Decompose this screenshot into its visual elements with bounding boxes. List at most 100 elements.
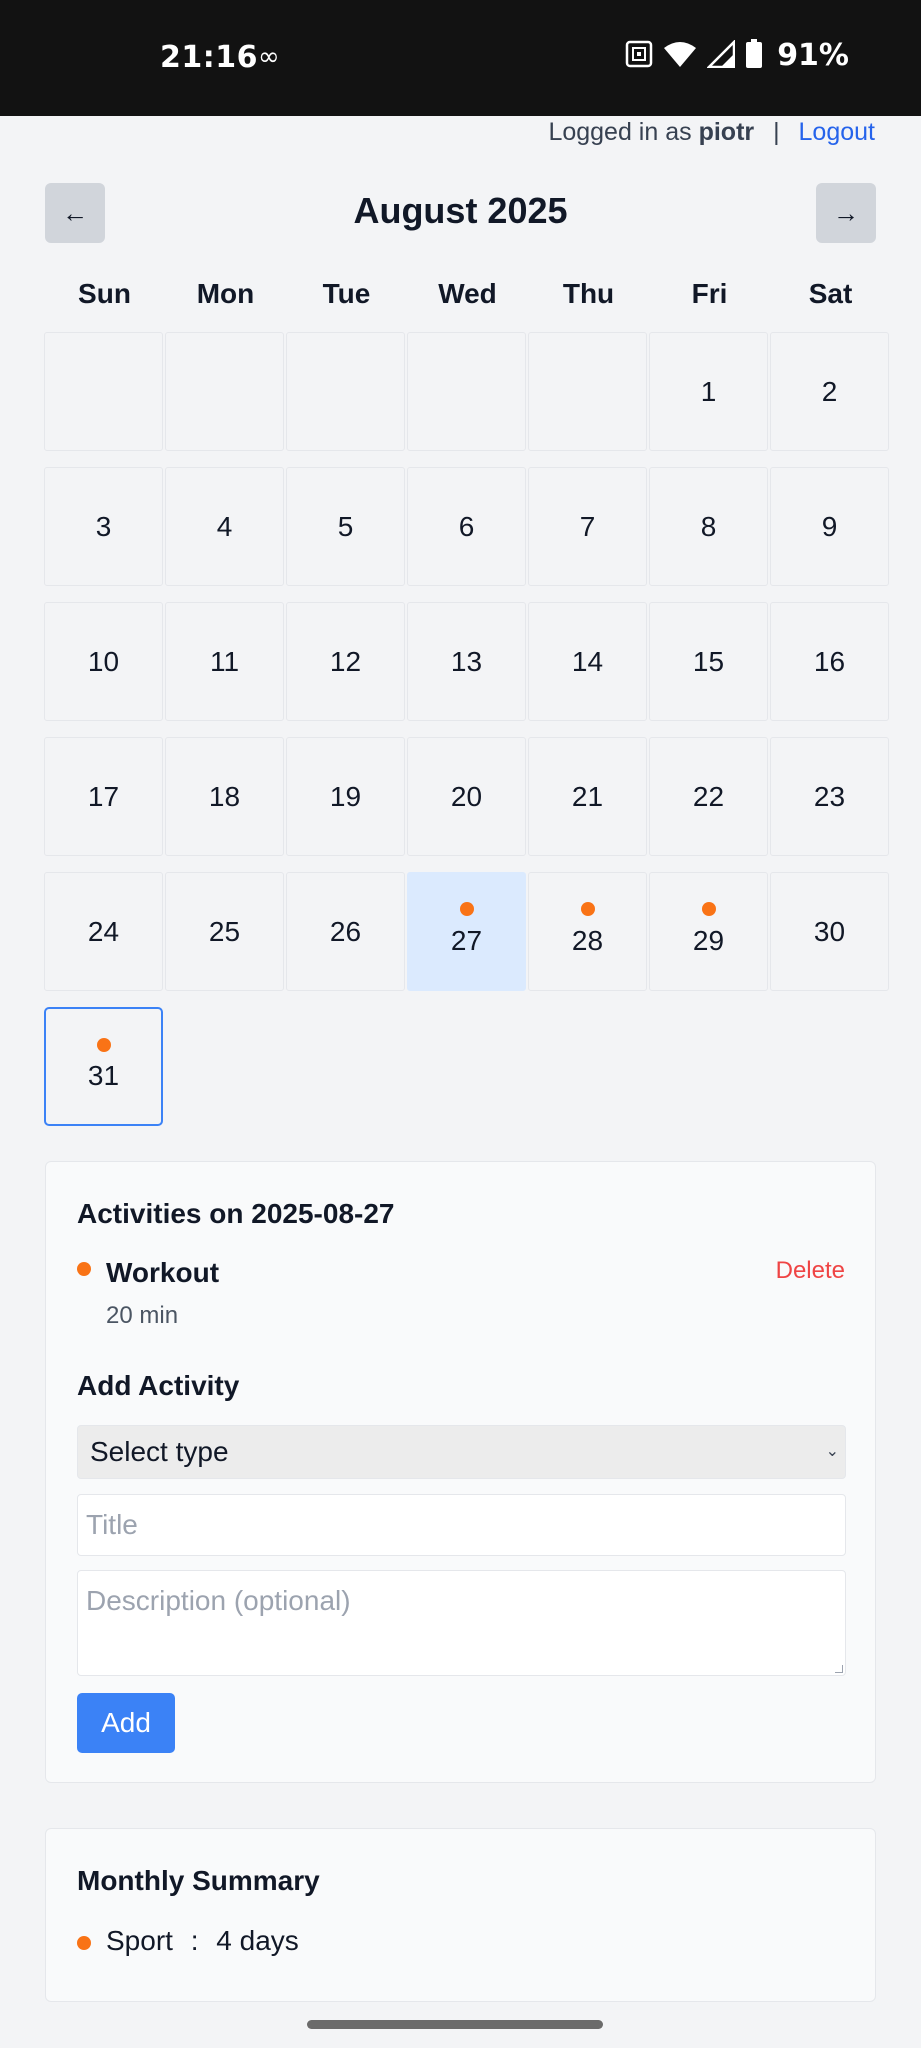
login-status: Logged in as piotr | Logout — [548, 118, 875, 147]
calendar-day-20[interactable]: 20 — [407, 737, 526, 856]
activity-type-select[interactable]: Select type ⌄ — [77, 1425, 846, 1479]
calendar-day-2[interactable]: 2 — [770, 332, 889, 451]
calendar-day-number: 23 — [813, 780, 846, 812]
calendar-day-14[interactable]: 14 — [528, 602, 647, 721]
status-time: 21:16 — [160, 40, 258, 75]
calendar-day-number: 9 — [821, 510, 838, 542]
calendar-day-number: 29 — [692, 924, 725, 956]
calendar-day-16[interactable]: 16 — [770, 602, 889, 721]
calendar-grid: 1 2 3 4 5 6 7 8 9 10 11 12 13 14 15 16 17 18 19 20 21 22 23 24 2… — [44, 332, 889, 1126]
nfc-icon — [625, 40, 653, 72]
wifi-icon — [663, 40, 697, 72]
calendar-day-1[interactable]: 1 — [649, 332, 768, 451]
calendar-day-number: 31 — [87, 1059, 120, 1091]
activity-dot-icon — [459, 902, 474, 916]
calendar-day-27[interactable]: 27 — [407, 872, 526, 991]
calendar-day-number: 25 — [208, 915, 241, 947]
logged-in-prefix: Logged in as — [548, 118, 692, 146]
calendar-day-number: 26 — [329, 915, 362, 947]
calendar-day-number: 16 — [813, 645, 846, 677]
month-title: August 2025 — [353, 190, 568, 231]
activity-name: Workout — [106, 1257, 220, 1288]
calendar-day-number: 18 — [208, 780, 241, 812]
weekday-sat: Sat — [808, 278, 853, 309]
calendar-day-17[interactable]: 17 — [44, 737, 163, 856]
summary-value: 4 days — [216, 1925, 299, 1956]
calendar-day-number: 8 — [700, 510, 717, 542]
home-indicator[interactable] — [307, 2020, 603, 2029]
calendar-day-13[interactable]: 13 — [407, 602, 526, 721]
calendar-day-24[interactable]: 24 — [44, 872, 163, 991]
summary-dot-icon — [77, 1936, 91, 1950]
calendar-day-6[interactable]: 6 — [407, 467, 526, 586]
calendar-day-23[interactable]: 23 — [770, 737, 889, 856]
calendar-day-number: 17 — [87, 780, 120, 812]
login-separator: | — [773, 118, 780, 146]
weekday-mon: Mon — [196, 278, 255, 309]
summary-item: Sport : 4 days — [106, 1925, 299, 1957]
calendar-day-26[interactable]: 26 — [286, 872, 405, 991]
calendar-day-number: 21 — [571, 780, 604, 812]
weekday-fri: Fri — [691, 278, 728, 309]
logout-link[interactable]: Logout — [799, 118, 875, 146]
summary-label: Sport — [106, 1925, 173, 1956]
battery-icon — [745, 38, 763, 73]
calendar-day-number: 7 — [579, 510, 596, 542]
add-activity-title: Add Activity — [77, 1370, 240, 1401]
calendar-day-number: 20 — [450, 780, 483, 812]
title-placeholder: Title — [86, 1509, 138, 1540]
status-bar: 21:16 ∞ 91% — [0, 0, 921, 116]
calendar-day-21[interactable]: 21 — [528, 737, 647, 856]
add-activity-button[interactable]: Add — [77, 1693, 175, 1753]
summary-title: Monthly Summary — [77, 1865, 320, 1896]
title-input[interactable]: Title — [77, 1494, 846, 1556]
calendar-day-7[interactable]: 7 — [528, 467, 647, 586]
calendar-day-18[interactable]: 18 — [165, 737, 284, 856]
weekday-wed: Wed — [438, 278, 497, 309]
calendar-day-number: 22 — [692, 780, 725, 812]
calendar-day-number: 1 — [700, 375, 717, 407]
signal-icon — [706, 38, 736, 72]
calendar-day-31[interactable]: 31 — [44, 1007, 163, 1126]
calendar-day-11[interactable]: 11 — [165, 602, 284, 721]
calendar-day-3[interactable]: 3 — [44, 467, 163, 586]
calendar-day-19[interactable]: 19 — [286, 737, 405, 856]
calendar-day-9[interactable]: 9 — [770, 467, 889, 586]
weekday-header: Sun Mon Tue Wed Thu Fri Sat — [44, 278, 891, 310]
calendar-empty-cell — [528, 332, 647, 451]
activities-title: Activities on 2025-08-27 — [77, 1198, 395, 1229]
description-textarea[interactable]: Description (optional) — [77, 1570, 846, 1676]
calendar-day-10[interactable]: 10 — [44, 602, 163, 721]
calendar-day-number: 13 — [450, 645, 483, 677]
calendar-day-number: 3 — [95, 510, 112, 542]
description-placeholder: Description (optional) — [86, 1585, 351, 1616]
calendar-day-22[interactable]: 22 — [649, 737, 768, 856]
calendar-day-8[interactable]: 8 — [649, 467, 768, 586]
chevron-down-icon: ⌄ — [825, 1443, 839, 1460]
activities-panel: Activities on 2025-08-27 Workout 20 min … — [45, 1161, 876, 1783]
calendar-day-28[interactable]: 28 — [528, 872, 647, 991]
calendar-day-number: 14 — [571, 645, 604, 677]
delete-activity-button[interactable]: Delete — [776, 1257, 845, 1285]
calendar-day-15[interactable]: 15 — [649, 602, 768, 721]
next-month-button[interactable]: → — [816, 183, 876, 243]
activity-dot-icon — [77, 1262, 91, 1276]
calendar-day-5[interactable]: 5 — [286, 467, 405, 586]
activity-duration: 20 min — [106, 1302, 179, 1329]
calendar-day-number: 19 — [329, 780, 362, 812]
calendar-day-number: 11 — [209, 645, 240, 677]
calendar-day-30[interactable]: 30 — [770, 872, 889, 991]
calendar-day-29[interactable]: 29 — [649, 872, 768, 991]
battery-percent: 91% — [777, 38, 849, 73]
calendar-day-12[interactable]: 12 — [286, 602, 405, 721]
activity-dot-icon — [580, 902, 595, 916]
calendar-day-number: 2 — [821, 375, 838, 407]
calendar-day-number: 6 — [458, 510, 475, 542]
calendar-day-number: 27 — [450, 924, 483, 956]
calendar-day-number: 5 — [337, 510, 354, 542]
calendar-day-4[interactable]: 4 — [165, 467, 284, 586]
calendar-day-number: 12 — [329, 645, 362, 677]
resize-handle-icon[interactable] — [835, 1665, 843, 1673]
calendar-day-number: 28 — [571, 924, 604, 956]
calendar-day-25[interactable]: 25 — [165, 872, 284, 991]
